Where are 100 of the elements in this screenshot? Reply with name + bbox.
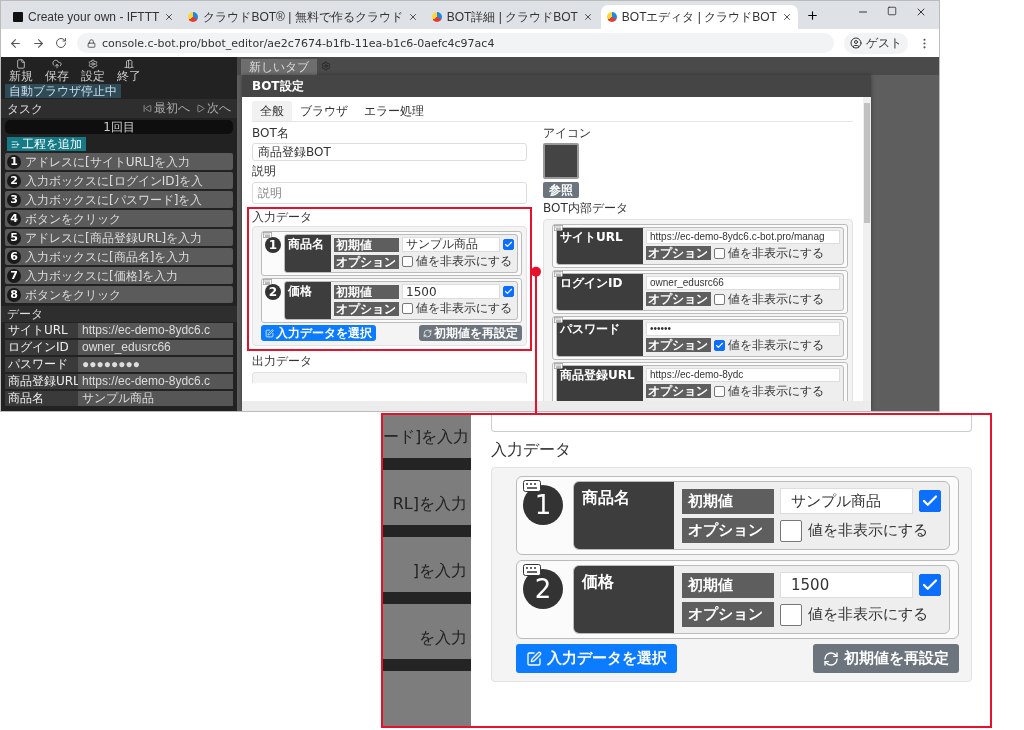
select-input-button[interactable]: 入力データを選択 xyxy=(261,325,376,342)
favicon-icon xyxy=(188,12,199,22)
forward-icon[interactable] xyxy=(32,36,45,50)
checkbox[interactable] xyxy=(919,490,941,513)
value-field[interactable]: •••••• xyxy=(646,321,840,336)
task-item[interactable]: 4 ボタンをクリック xyxy=(5,210,233,227)
checkbox-label: 値を非表示にする xyxy=(416,300,512,318)
lock-icon xyxy=(87,38,96,48)
maximize-icon[interactable] xyxy=(887,6,897,16)
value-field[interactable]: 1500 xyxy=(780,572,913,599)
browse-button[interactable]: 参照 xyxy=(543,182,579,199)
checkbox-label: 値を非表示にする xyxy=(808,605,928,625)
value-field[interactable]: https://ec-demo-8ydc6.c-bot.pro/manag xyxy=(646,229,840,244)
number-badge: 8 xyxy=(7,287,21,302)
toolbar-button[interactable]: 終了 xyxy=(115,59,143,83)
close-icon[interactable] xyxy=(164,12,175,22)
value-field[interactable]: 1500 xyxy=(402,284,500,300)
value-field[interactable]: サンプル商品 xyxy=(402,237,500,253)
field-label: アイコン xyxy=(543,126,592,141)
checkbox[interactable] xyxy=(714,385,725,397)
data-name: 商品名 xyxy=(5,391,78,406)
dialog-tab[interactable]: ブラウザ xyxy=(292,101,356,121)
task-item[interactable]: 8 ボタンをクリック xyxy=(5,286,233,303)
status-badge: 自動ブラウザ停止中 xyxy=(5,84,121,98)
checkbox[interactable] xyxy=(714,339,725,351)
task-item[interactable]: 6 入力ボックスに[商品名]を入力 xyxy=(5,248,233,265)
value-field[interactable]: https://ec-demo-8ydc xyxy=(646,367,840,382)
close-icon[interactable] xyxy=(407,12,418,22)
value-field[interactable]: owner_edusrc66 xyxy=(646,275,840,290)
editor-tab[interactable]: 新しいタブ xyxy=(241,59,317,75)
run-selector[interactable]: 1回目 xyxy=(5,120,233,134)
checkbox[interactable] xyxy=(714,247,725,259)
task-label: 入力ボックスに[商品名]を入力 xyxy=(25,249,191,264)
value-field[interactable]: サンプル商品 xyxy=(780,488,913,515)
nav-button[interactable]: 次へ xyxy=(196,100,231,117)
dialog-title: BOT設定 xyxy=(242,75,871,97)
task-item[interactable]: 3 入力ボックスに[パスワード]を入 xyxy=(5,191,233,208)
checkbox-label: 値を非表示にする xyxy=(728,336,824,354)
task-item[interactable]: 1 アドレスに[サイトURL]を入力 xyxy=(5,153,233,170)
check-icon xyxy=(715,340,724,350)
bot-name-field[interactable]: 商品登録BOT xyxy=(252,143,527,162)
reload-icon[interactable] xyxy=(55,37,67,49)
checkbox[interactable] xyxy=(919,574,941,597)
field-label: オプション xyxy=(682,602,774,628)
select-input-button[interactable]: 入力データを選択 xyxy=(516,644,677,674)
checkbox[interactable] xyxy=(714,293,725,305)
favicon-icon xyxy=(431,12,442,22)
section-label: BOT内部データ xyxy=(543,201,629,216)
favicon-icon xyxy=(606,12,617,22)
number-badge: 2 xyxy=(523,569,563,610)
data-value: ●●●●●●●● xyxy=(78,357,233,372)
address-bar[interactable]: console.c-bot.pro/bbot_editor/ae2c7674-b1fb-11ea-b1c6-0aefc4c97ac4 xyxy=(77,33,834,53)
reset-button[interactable]: 初期値を再設定 xyxy=(813,644,959,674)
favicon-icon xyxy=(13,12,23,22)
number-badge: 5 xyxy=(7,230,21,245)
edit-icon xyxy=(526,650,542,667)
toolbar-button[interactable]: 新規 xyxy=(7,59,35,83)
item-name: 価格 xyxy=(285,282,331,320)
checkbox[interactable] xyxy=(780,519,802,542)
browser-tab[interactable]: BOTエディタ | クラウドBOT xyxy=(600,5,798,29)
number-badge: 1 xyxy=(7,154,21,169)
task-item[interactable]: 5 アドレスに[商品登録URL]を入力 xyxy=(5,229,233,246)
back-icon[interactable] xyxy=(9,36,22,50)
task-label: RL]を入力 xyxy=(383,484,471,537)
checkbox[interactable] xyxy=(402,303,413,315)
toolbar-button[interactable]: 保存 xyxy=(43,59,71,83)
checkbox[interactable] xyxy=(780,603,802,626)
add-step-button[interactable]: 工程を追加 xyxy=(7,137,86,151)
task-label: アドレスに[サイトURL]を入力 xyxy=(25,154,191,169)
toolbar-button[interactable]: 設定 xyxy=(79,59,107,83)
new-tab-icon[interactable] xyxy=(805,8,819,22)
task-label: ]を入力 xyxy=(383,551,471,604)
browser-tab[interactable]: BOT詳細 | クラウドBOT xyxy=(425,5,599,29)
field-label: 初期値 xyxy=(334,237,399,252)
user-icon xyxy=(850,37,862,49)
checkbox[interactable] xyxy=(402,256,413,268)
close-icon[interactable] xyxy=(582,12,593,22)
browser-tab[interactable]: クラウドBOT® | 無料で作るクラウド xyxy=(182,5,424,29)
item-name: 商品名 xyxy=(574,482,674,550)
section-label: 入力データ xyxy=(491,440,572,460)
field-label: 初期値 xyxy=(334,284,399,299)
browser-tab[interactable]: Create your own - IFTTT xyxy=(7,5,181,29)
task-item[interactable]: 7 入力ボックスに[価格]を入力 xyxy=(5,267,233,284)
task-item[interactable]: 2 入力ボックスに[ログインID]を入 xyxy=(5,172,233,189)
close-icon[interactable] xyxy=(915,6,927,18)
section-title: タスク xyxy=(7,101,43,116)
data-value: https://ec-demo-8ydc6.c xyxy=(78,374,233,389)
profile-button[interactable]: ゲスト xyxy=(844,32,908,54)
task-label: 入力ボックスに[ログインID]を入 xyxy=(25,173,204,188)
icon-placeholder xyxy=(543,143,579,180)
close-icon[interactable] xyxy=(781,12,792,22)
checkbox[interactable] xyxy=(503,286,514,298)
dialog-tab[interactable]: 全般 xyxy=(252,101,292,121)
checkbox[interactable] xyxy=(503,239,514,251)
nav-button[interactable]: 最初へ xyxy=(143,100,190,117)
field-label: BOT名 xyxy=(252,126,290,141)
reset-button[interactable]: 初期値を再設定 xyxy=(419,325,522,342)
description-field[interactable]: 説明 xyxy=(252,181,527,204)
field-label: オプション xyxy=(646,292,711,307)
dialog-tab[interactable]: エラー処理 xyxy=(356,101,432,121)
